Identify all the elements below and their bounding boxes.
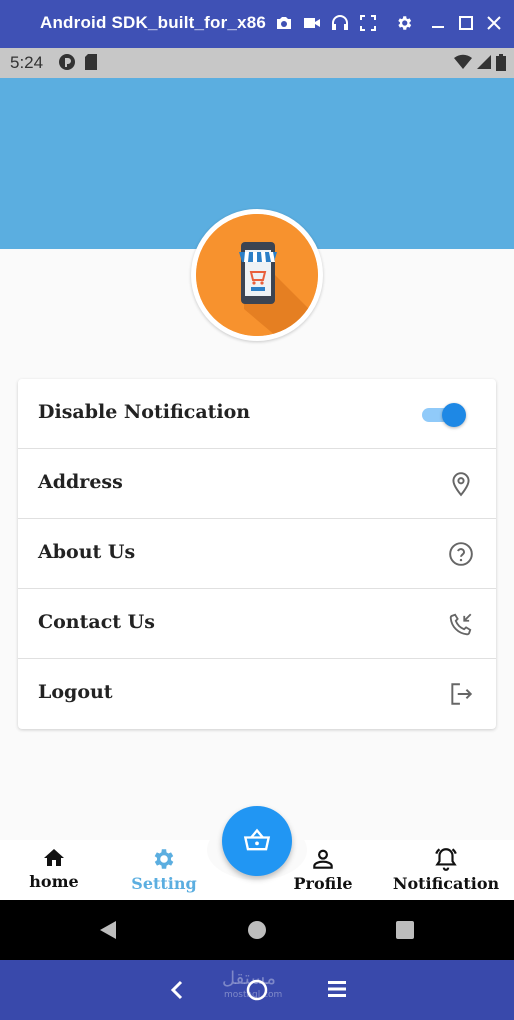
nav-item-home[interactable]: home bbox=[24, 840, 84, 900]
settings-row-logout[interactable]: Logout bbox=[18, 659, 496, 729]
phone-screen: 5:24 Disable Notification Address About … bbox=[0, 48, 514, 960]
settings-card: Disable Notification Address About Us Co… bbox=[18, 379, 496, 729]
basket-icon bbox=[243, 828, 271, 851]
wifi-icon bbox=[454, 54, 472, 75]
maximize-icon[interactable] bbox=[456, 10, 476, 36]
watermark-sub: mostaql.com bbox=[224, 990, 283, 1000]
gear-icon bbox=[154, 849, 174, 869]
row-label: Logout bbox=[38, 681, 113, 703]
nav-label: Setting bbox=[131, 874, 197, 893]
row-label: About Us bbox=[38, 541, 136, 563]
emulator-bottom-bar: مستقل mostaql.com bbox=[0, 960, 514, 1020]
headphones-icon[interactable] bbox=[330, 10, 350, 36]
phone-callback-icon bbox=[448, 611, 474, 637]
shop-logo-icon bbox=[196, 214, 318, 336]
video-icon[interactable] bbox=[302, 10, 322, 36]
person-icon bbox=[313, 849, 333, 869]
emulator-title: Android SDK_built_for_x86 bbox=[40, 13, 267, 32]
notification-toggle[interactable] bbox=[420, 403, 466, 427]
nav-item-setting[interactable]: Setting bbox=[124, 840, 204, 900]
settings-row-about-us[interactable]: About Us bbox=[18, 519, 496, 589]
camera-icon[interactable] bbox=[274, 10, 294, 36]
cart-fab-button[interactable] bbox=[222, 806, 292, 876]
signal-icon bbox=[476, 54, 492, 75]
menu-icon[interactable] bbox=[327, 980, 347, 998]
chevron-left-icon[interactable] bbox=[170, 980, 184, 1000]
nav-label: Notification bbox=[392, 874, 500, 893]
status-bar: 5:24 bbox=[0, 48, 514, 78]
row-label: Address bbox=[38, 471, 123, 493]
recents-icon[interactable] bbox=[396, 921, 414, 939]
home-circle-icon[interactable] bbox=[247, 920, 267, 940]
row-label: Disable Notification bbox=[38, 401, 251, 423]
sd-card-icon bbox=[84, 53, 98, 75]
row-label: Contact Us bbox=[38, 611, 155, 633]
nav-label: Profile bbox=[293, 874, 353, 893]
watermark: مستقل bbox=[222, 968, 276, 989]
bell-icon bbox=[435, 848, 457, 871]
emulator-title-bar: Android SDK_built_for_x86 bbox=[0, 0, 514, 48]
minimize-icon[interactable] bbox=[428, 10, 448, 36]
nav-label: home bbox=[29, 872, 79, 891]
settings-row-address[interactable]: Address bbox=[18, 449, 496, 519]
settings-row-contact-us[interactable]: Contact Us bbox=[18, 589, 496, 659]
battery-icon bbox=[496, 54, 506, 75]
status-time: 5:24 bbox=[10, 53, 44, 72]
app-badge-icon bbox=[58, 53, 76, 75]
nav-item-notification[interactable]: Notification bbox=[392, 840, 500, 900]
fullscreen-icon[interactable] bbox=[358, 10, 378, 36]
logout-icon bbox=[448, 681, 474, 707]
close-icon[interactable] bbox=[484, 10, 504, 36]
system-navigation-bar bbox=[0, 900, 514, 960]
home-icon bbox=[44, 849, 64, 866]
app-logo bbox=[191, 209, 323, 341]
back-icon[interactable] bbox=[98, 920, 118, 940]
location-pin-icon bbox=[448, 471, 474, 497]
gear-icon[interactable] bbox=[394, 10, 414, 36]
settings-row-disable-notification[interactable]: Disable Notification bbox=[18, 379, 496, 449]
help-circle-icon bbox=[448, 541, 474, 567]
